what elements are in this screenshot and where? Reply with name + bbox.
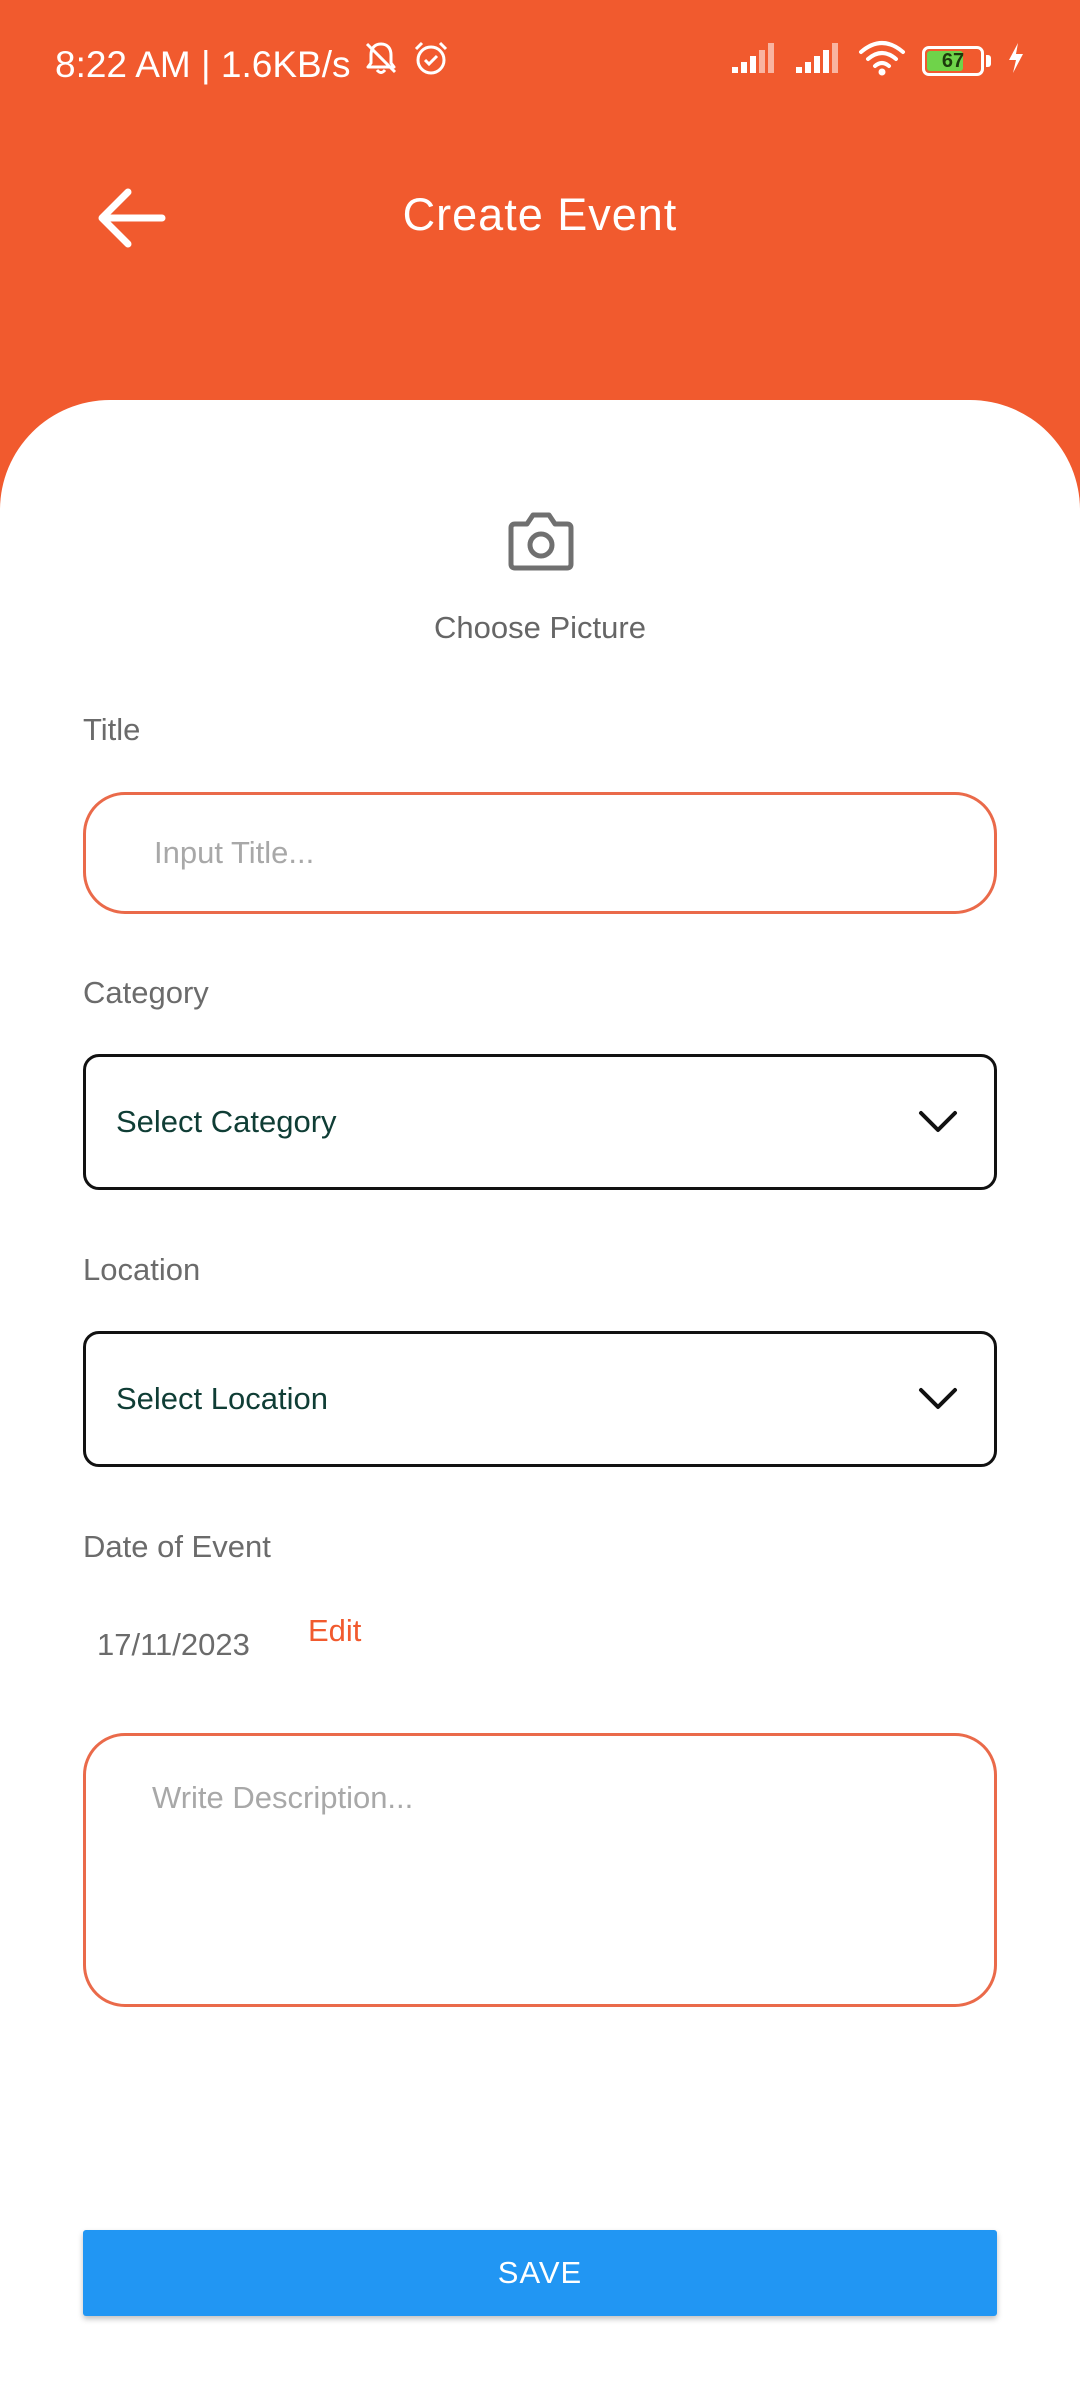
signal-icon (794, 41, 842, 80)
status-right: 67 (730, 40, 1025, 81)
chevron-down-icon (919, 1111, 957, 1132)
date-label: Date of Event (83, 1529, 271, 1564)
signal-icon (730, 41, 778, 80)
alarm-icon (411, 38, 451, 92)
location-select[interactable]: Select Location (83, 1331, 997, 1467)
status-left: 8:22 AM | 1.6KB/s (55, 38, 451, 92)
choose-picture-button[interactable]: Choose Picture (390, 510, 690, 660)
battery-cap (986, 54, 991, 67)
date-value: 17/11/2023 (97, 1627, 250, 1662)
status-bar: 8:22 AM | 1.6KB/s 67 (0, 0, 1080, 128)
chevron-down-icon (919, 1388, 957, 1409)
description-input[interactable] (83, 1733, 997, 2007)
category-label: Category (83, 975, 209, 1010)
camera-icon (508, 512, 574, 571)
battery-icon: 67 (922, 45, 984, 76)
category-select-value: Select Category (116, 1104, 337, 1139)
battery-level: 67 (941, 49, 965, 72)
status-time-speed: 8:22 AM | 1.6KB/s (55, 44, 351, 85)
location-label: Location (83, 1252, 201, 1287)
page-title: Create Event (402, 189, 678, 240)
category-select[interactable]: Select Category (83, 1054, 997, 1190)
bell-off-icon (361, 38, 401, 92)
title-input[interactable] (83, 792, 997, 914)
choose-picture-label: Choose Picture (434, 610, 646, 645)
date-edit-link[interactable]: Edit (308, 1613, 361, 1649)
save-button[interactable]: SAVE (83, 2230, 997, 2316)
charging-icon (1007, 42, 1025, 79)
title-label: Title (83, 712, 141, 747)
location-select-value: Select Location (116, 1381, 328, 1416)
wifi-icon (858, 40, 906, 81)
